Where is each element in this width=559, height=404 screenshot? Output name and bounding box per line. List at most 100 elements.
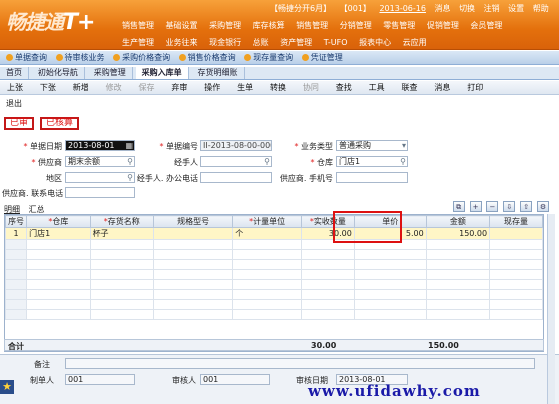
table-row[interactable] <box>4 259 543 270</box>
nav-item[interactable]: T-UFO <box>324 38 348 47</box>
col-header[interactable]: *计量单位 <box>232 215 302 228</box>
remark-input[interactable] <box>65 358 535 369</box>
nav-item[interactable]: 库存核算 <box>253 20 285 31</box>
table-row[interactable] <box>4 239 543 250</box>
nav-item[interactable]: 会员管理 <box>470 20 502 31</box>
insert-row-icon[interactable]: + <box>469 201 482 212</box>
supplier-mobile-input[interactable] <box>336 172 408 183</box>
tab-home[interactable]: 首页 <box>0 67 29 79</box>
message-link[interactable]: 消息 <box>435 4 451 13</box>
nav-item[interactable]: 生产管理 <box>122 37 154 48</box>
delete-row-icon[interactable]: − <box>486 201 499 212</box>
tab-detail[interactable]: 明细 <box>4 205 20 214</box>
tab-purchase-receipt[interactable]: 采购入库单 <box>135 67 189 79</box>
supplier-input[interactable]: 期末余额 ⚲ <box>65 156 135 167</box>
login-date[interactable]: 2013-06-16 <box>379 4 426 13</box>
prev-button[interactable]: 上张 <box>0 81 30 95</box>
next-button[interactable]: 下张 <box>33 81 63 95</box>
tab-init-nav[interactable]: 初始化导航 <box>32 67 85 79</box>
table-row[interactable] <box>4 269 543 280</box>
quick-link[interactable]: 现存量查询 <box>244 51 293 65</box>
linked-query-button[interactable]: 联查 <box>395 81 425 95</box>
col-header[interactable]: *仓库 <box>26 215 91 228</box>
table-row[interactable] <box>4 289 543 300</box>
exit-button[interactable]: 退出 <box>6 98 22 109</box>
nav-item[interactable]: 报表中心 <box>359 37 391 48</box>
quick-link[interactable]: 单据查询 <box>6 51 47 65</box>
quick-link[interactable]: 凭证管理 <box>301 51 343 65</box>
new-button[interactable]: 新增 <box>66 81 96 95</box>
search-icon[interactable]: ⚲ <box>400 157 406 166</box>
search-icon[interactable]: ⚲ <box>264 157 270 166</box>
tab-purchase-mgmt[interactable]: 采购管理 <box>88 67 133 79</box>
col-header[interactable]: 规格型号 <box>152 215 234 228</box>
operate-button[interactable]: 操作 <box>197 81 227 95</box>
region-input[interactable]: ⚲ <box>65 172 135 183</box>
cell-amount[interactable]: 150.00 <box>425 227 491 240</box>
nav-item[interactable]: 云应用 <box>403 37 427 48</box>
main-nav-row1: 销售管理 基础设置 采购管理 库存核算 销售管理 分销管理 零售管理 促销管理 … <box>122 20 511 31</box>
cell-spec[interactable] <box>152 227 234 240</box>
nav-item[interactable]: 资产管理 <box>280 37 312 48</box>
cell-item[interactable]: 杯子 <box>89 227 154 240</box>
warehouse-input[interactable]: 门店1 ⚲ <box>336 156 408 167</box>
switch-link[interactable]: 切换 <box>459 4 475 13</box>
nav-item[interactable]: 分销管理 <box>340 20 372 31</box>
settings-icon[interactable]: ⚙ <box>537 201 549 212</box>
unaudit-button[interactable]: 弃审 <box>164 81 194 95</box>
col-header[interactable]: 金额 <box>425 215 491 228</box>
table-row[interactable]: 1 门店1 杯子 个 30.00 5.00 150.00 <box>4 227 543 240</box>
nav-item[interactable]: 业务往来 <box>166 37 198 48</box>
cell-stock[interactable] <box>489 227 543 240</box>
handler-phone-input[interactable] <box>200 172 272 183</box>
nav-item[interactable]: 基础设置 <box>166 20 198 31</box>
table-row[interactable] <box>4 279 543 290</box>
cell-unit[interactable]: 个 <box>232 227 302 240</box>
table-row[interactable] <box>4 299 543 310</box>
calendar-icon[interactable]: ▦ <box>125 141 133 150</box>
table-row[interactable] <box>4 309 543 320</box>
nav-item[interactable]: 销售管理 <box>122 20 154 31</box>
collab-button[interactable]: 协同 <box>296 81 326 95</box>
tab-summary[interactable]: 汇总 <box>29 205 45 214</box>
edit-button[interactable]: 修改 <box>99 81 129 95</box>
quick-link[interactable]: 采购价格查询 <box>113 51 170 65</box>
quick-link[interactable]: 待审核业务 <box>55 51 105 65</box>
save-button[interactable]: 保存 <box>132 81 162 95</box>
tools-button[interactable]: 工具 <box>362 81 392 95</box>
doc-date-input[interactable]: 2013-08-01 ▦ <box>65 140 135 151</box>
nav-item[interactable]: 现金银行 <box>209 37 241 48</box>
logout-link[interactable]: 注销 <box>484 4 500 13</box>
nav-item[interactable]: 总账 <box>253 37 269 48</box>
nav-item[interactable]: 销售管理 <box>296 20 328 31</box>
search-icon[interactable]: ⚲ <box>127 157 133 166</box>
find-button[interactable]: 查找 <box>329 81 359 95</box>
copy-row-icon[interactable]: ⧉ <box>452 201 465 212</box>
nav-item[interactable]: 零售管理 <box>383 20 415 31</box>
cell-warehouse[interactable]: 门店1 <box>26 227 91 240</box>
col-header[interactable]: *存货名称 <box>89 215 154 228</box>
handler-input[interactable]: ⚲ <box>200 156 272 167</box>
supplier-phone-input[interactable] <box>65 187 135 198</box>
settings-link[interactable]: 设置 <box>508 4 524 13</box>
table-row[interactable] <box>4 249 543 260</box>
export-icon[interactable]: ⇧ <box>520 201 533 212</box>
import-icon[interactable]: ⇩ <box>503 201 516 212</box>
nav-item[interactable]: 促销管理 <box>427 20 459 31</box>
col-header[interactable]: 现存量 <box>489 215 543 228</box>
help-link[interactable]: 帮助 <box>533 4 549 13</box>
chevron-down-icon[interactable]: ▾ <box>402 141 406 150</box>
generate-button[interactable]: 生单 <box>230 81 260 95</box>
convert-button[interactable]: 转换 <box>263 81 293 95</box>
col-header[interactable]: 序号 <box>4 215 28 228</box>
vertical-scrollbar[interactable] <box>547 214 555 404</box>
nav-item[interactable]: 采购管理 <box>209 20 241 31</box>
print-button[interactable]: 打印 <box>460 81 490 95</box>
favorites-icon[interactable]: ★ <box>0 380 14 394</box>
biz-type-select[interactable]: 普通采购 ▾ <box>336 140 408 151</box>
search-icon[interactable]: ⚲ <box>127 173 133 182</box>
message-button[interactable]: 消息 <box>427 81 457 95</box>
quick-link[interactable]: 销售价格查询 <box>178 51 236 65</box>
tab-inventory-ledger[interactable]: 存货明细账 <box>192 67 245 79</box>
doc-no-input[interactable]: II-2013-08-00-0001 <box>200 140 272 151</box>
